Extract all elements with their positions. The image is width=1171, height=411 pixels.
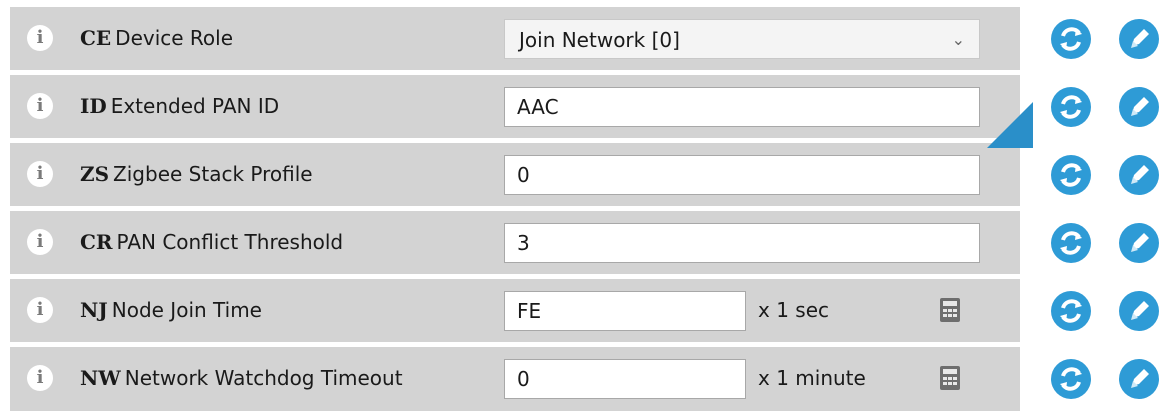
device-role-select[interactable]: Join Network [0] ⌄ [504,19,980,59]
setting-code: NJ [80,298,108,322]
edit-icon[interactable] [1119,87,1159,127]
setting-code: ID [80,94,107,118]
edit-icon[interactable] [1119,223,1159,263]
info-icon[interactable]: i [27,25,53,51]
setting-row-ce: i CE Device Role Join Network [0] ⌄ [10,7,1020,70]
edit-icon[interactable] [1119,291,1159,331]
extended-pan-id-input[interactable]: AAC [504,87,980,127]
select-value: Join Network [0] [519,28,680,52]
setting-row-cr: i CR PAN Conflict Threshold 3 [10,211,1020,274]
unit-label: x 1 minute [758,366,866,390]
input-value: AAC [517,95,559,119]
setting-name: Node Join Time [111,298,262,322]
modified-indicator [987,102,1033,148]
pan-conflict-threshold-input[interactable]: 3 [504,223,980,263]
setting-row-nw: i NW Network Watchdog Timeout 0 x 1 minut… [10,347,1020,411]
info-icon[interactable]: i [27,229,53,255]
refresh-icon[interactable] [1051,19,1091,59]
refresh-icon[interactable] [1051,291,1091,331]
calculator-icon[interactable] [940,366,960,390]
setting-label: CR PAN Conflict Threshold [80,229,343,255]
zigbee-stack-profile-input[interactable]: 0 [504,155,980,195]
info-icon[interactable]: i [27,365,53,391]
setting-label: NW Network Watchdog Timeout [80,365,403,391]
setting-label: ZS Zigbee Stack Profile [80,161,313,187]
refresh-icon[interactable] [1051,87,1091,127]
input-value: FE [517,299,542,323]
setting-label: ID Extended PAN ID [80,93,279,119]
setting-code: CE [80,26,112,50]
setting-label: NJ Node Join Time [80,297,262,323]
edit-icon[interactable] [1119,359,1159,399]
input-value: 3 [517,231,530,255]
setting-name: Network Watchdog Timeout [124,366,403,390]
setting-name: Extended PAN ID [110,94,280,118]
refresh-icon[interactable] [1051,359,1091,399]
setting-label: CE Device Role [80,25,233,51]
setting-code: ZS [80,162,110,186]
edit-icon[interactable] [1119,155,1159,195]
chevron-down-icon: ⌄ [951,30,965,49]
setting-code: NW [80,366,121,390]
refresh-icon[interactable] [1051,223,1091,263]
unit-label: x 1 sec [758,298,829,322]
setting-row-id: i ID Extended PAN ID AAC [10,75,1020,138]
setting-row-zs: i ZS Zigbee Stack Profile 0 [10,143,1020,206]
info-icon[interactable]: i [27,297,53,323]
setting-row-nj: i NJ Node Join Time FE x 1 sec [10,279,1020,342]
input-value: 0 [517,163,530,187]
settings-list: i CE Device Role Join Network [0] ⌄ i ID E… [0,0,1171,411]
info-icon[interactable]: i [27,93,53,119]
setting-code: CR [80,230,113,254]
setting-name: Device Role [115,26,234,50]
calculator-icon[interactable] [940,298,960,322]
setting-name: PAN Conflict Threshold [116,230,344,254]
setting-name: Zigbee Stack Profile [113,162,313,186]
input-value: 0 [517,367,530,391]
edit-icon[interactable] [1119,19,1159,59]
info-icon[interactable]: i [27,161,53,187]
refresh-icon[interactable] [1051,155,1091,195]
network-watchdog-timeout-input[interactable]: 0 [504,359,746,399]
node-join-time-input[interactable]: FE [504,291,746,331]
